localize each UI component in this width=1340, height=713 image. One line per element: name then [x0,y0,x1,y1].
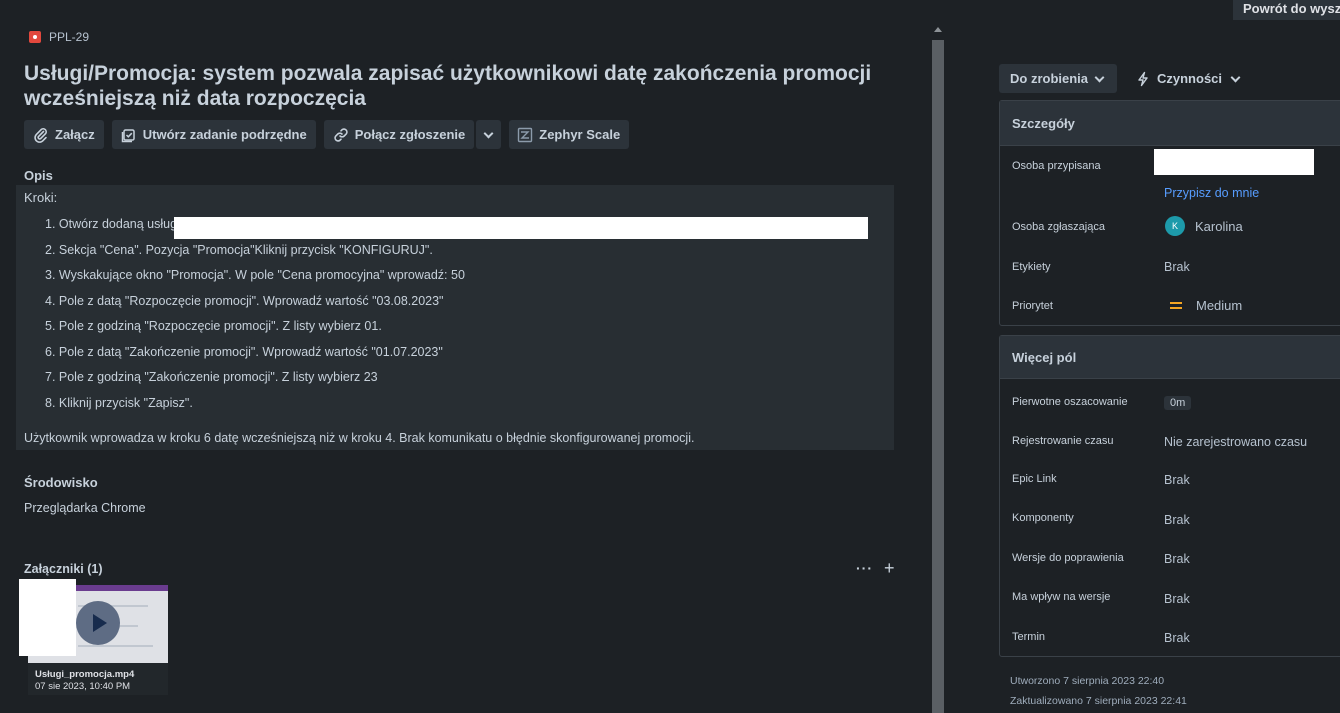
chevron-down-icon [1230,72,1241,82]
chevron-down-icon [483,128,494,138]
return-to-search-button[interactable]: Powrót do wyszu [1233,0,1340,20]
link-issue-split-button: Połącz zgłoszenie [323,120,502,149]
redacted-area [19,579,76,656]
status-label: Do zrobienia [1010,71,1089,86]
due-date-label: Termin [1012,631,1046,643]
labels-value[interactable]: Brak [1164,260,1190,274]
updated-date: Zaktualizowano 7 sierpnia 2023 22:41 [1010,695,1187,707]
add-attachment-icon[interactable]: + [884,558,895,579]
link-issue-button[interactable]: Połącz zgłoszenie [323,120,475,149]
description-summary: Użytkownik wprowadza w kroku 6 datę wcze… [24,431,695,445]
labels-label: Etykiety [1012,261,1051,273]
more-icon[interactable]: ··· [856,560,873,576]
zephyr-icon [518,127,533,142]
bug-icon [29,31,41,43]
chevron-down-icon [1094,72,1105,82]
created-date: Utworzono 7 sierpnia 2023 22:40 [1010,675,1165,687]
step-item: 6. Pole z datą "Zakończenie promocji". W… [45,344,443,359]
fix-versions-value[interactable]: Brak [1164,552,1190,566]
original-estimate-label: Pierwotne oszacowanie [1012,396,1128,408]
issue-toolbar: Załącz Utwórz zadanie podrzędne Połącz z… [24,120,630,149]
status-dropdown[interactable]: Do zrobienia [999,64,1117,93]
subtask-icon [121,128,135,142]
description-heading: Opis [24,168,53,183]
issue-title[interactable]: Usługi/Promocja: system pozwala zapisać … [24,61,884,111]
attach-label: Załącz [55,127,95,142]
step-item: 3. Wyskakujące okno "Promocja". W pole "… [45,268,465,282]
create-subtask-button[interactable]: Utwórz zadanie podrzędne [111,120,316,149]
details-panel: Szczegóły Osoba przypisana Przypisz do m… [999,100,1340,326]
steps-list: 1. Otwórz dodaną usługę: 2. Sekcja "Cena… [45,217,465,421]
link-issue-dropdown[interactable] [476,120,502,149]
step-item: 5. Pole z godziną "Rozpoczęcie promocji"… [45,319,382,333]
affects-versions-value[interactable]: Brak [1164,592,1190,606]
epic-link-value[interactable]: Brak [1164,473,1190,487]
lightning-icon [1138,71,1148,86]
avatar: K [1165,216,1185,236]
actions-label: Czynności [1157,71,1223,86]
issue-key[interactable]: PPL-29 [49,30,89,44]
more-fields-heading[interactable]: Więcej pól [1000,336,1340,379]
link-icon [334,127,348,142]
step-item: 8. Kliknij przycisk "Zapisz". [45,395,193,410]
scroll-up-arrow-icon[interactable] [934,27,942,32]
reporter-label: Osoba zgłaszająca [1012,221,1105,233]
play-icon[interactable] [76,601,120,645]
original-estimate-value[interactable]: 0m [1164,394,1192,410]
priority-text: Medium [1196,298,1243,313]
redacted-assignee [1154,149,1314,175]
time-tracking-value[interactable]: Nie zarejestrowano czasu [1164,435,1307,449]
attach-button[interactable]: Załącz [24,120,104,149]
time-tracking-label: Rejestrowanie czasu [1012,435,1114,447]
priority-medium-icon [1170,301,1182,309]
affects-versions-label: Ma wpływ na wersje [1012,591,1111,603]
reporter-value[interactable]: K Karolina [1165,216,1243,236]
actions-dropdown[interactable]: Czynności [1135,64,1241,93]
attachment-name: Usługi_promocja.mp4 [35,669,135,680]
components-label: Komponenty [1012,512,1074,524]
components-value[interactable]: Brak [1164,513,1190,527]
attachment-date: 07 sie 2023, 10:40 PM [35,681,131,692]
epic-link-label: Epic Link [1012,473,1057,485]
priority-value[interactable]: Medium [1170,298,1242,313]
step-item: 7. Pole z godziną "Zakończenie promocji"… [45,370,378,384]
create-subtask-label: Utwórz zadanie podrzędne [142,127,307,142]
step-item: 2. Sekcja "Cena". Pozycja "Promocja"Klik… [45,242,433,257]
details-heading[interactable]: Szczegóły [1000,101,1340,146]
redacted-url [174,217,868,239]
more-fields-panel: Więcej pól Pierwotne oszacowanie 0m Reje… [999,335,1340,657]
issue-key-breadcrumb[interactable]: PPL-29 [29,30,89,44]
due-date-value[interactable]: Brak [1164,631,1190,645]
zephyr-scale-button[interactable]: Zephyr Scale [509,120,630,149]
zephyr-scale-label: Zephyr Scale [539,127,621,142]
priority-label: Priorytet [1012,300,1053,312]
description-body[interactable]: Kroki: 1. Otwórz dodaną usługę: 2. Sekcj… [16,185,894,450]
environment-heading: Środowisko [24,475,98,490]
attachments-heading: Załączniki (1) [24,562,103,576]
reporter-name: Karolina [1195,218,1243,234]
description-intro: Kroki: [24,190,58,205]
assignee-label: Osoba przypisana [1012,160,1101,172]
fix-versions-label: Wersje do poprawienia [1012,552,1124,564]
scrollbar-thumb[interactable] [932,40,944,713]
paperclip-icon [34,127,47,143]
environment-value[interactable]: Przeglądarka Chrome [24,501,146,515]
thumbnail-line [78,645,153,647]
assign-to-me-link[interactable]: Przypisz do mnie [1164,186,1259,200]
step-item: 4. Pole z datą "Rozpoczęcie promocji". W… [45,293,444,308]
link-issue-label: Połącz zgłoszenie [354,127,466,142]
estimate-pill: 0m [1164,396,1192,410]
